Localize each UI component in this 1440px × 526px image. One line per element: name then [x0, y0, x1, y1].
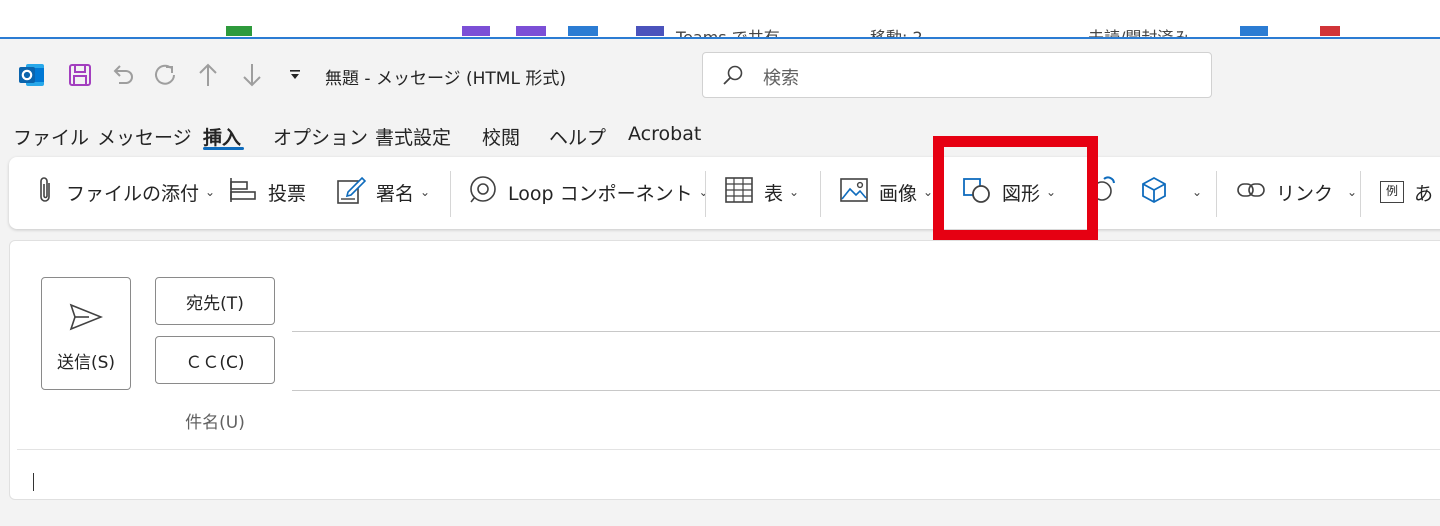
signature-label: 署名 [376, 182, 415, 205]
tab-format[interactable]: 書式設定 [375, 123, 451, 150]
outlook-logo-icon [17, 60, 47, 90]
paperclip-icon [36, 175, 56, 210]
table-icon [724, 176, 754, 209]
picture-button[interactable]: 画像 ⌄ [839, 173, 933, 211]
send-label: 送信(S) [56, 353, 116, 373]
link-label: リンク [1276, 182, 1334, 205]
tab-help[interactable]: ヘルプ [549, 123, 606, 150]
ribbon-divider [1360, 171, 1361, 217]
tab-options[interactable]: オプション [273, 123, 368, 150]
tab-file[interactable]: ファイル [13, 123, 89, 150]
window-title: 無題 - メッセージ (HTML 形式) [325, 69, 566, 89]
background-move-text: 移動: 2 [870, 28, 923, 38]
link-button[interactable]: リンク ⌄ [1236, 173, 1357, 211]
attach-file-label: ファイルの添付 [66, 182, 200, 205]
text-cursor[interactable] [33, 473, 34, 491]
active-tab-indicator [203, 147, 244, 150]
ribbon-divider [705, 171, 706, 217]
to-field[interactable] [292, 331, 1440, 332]
background-toolbar-icon [1320, 26, 1340, 36]
chevron-down-icon: ⌄ [205, 185, 216, 199]
tab-insert[interactable]: 挿入 [203, 123, 241, 150]
send-icon [69, 303, 103, 331]
poll-icon [228, 176, 258, 209]
ribbon-divider [1216, 171, 1217, 217]
attach-file-button[interactable]: ファイルの添付 ⌄ [36, 173, 215, 211]
chevron-down-icon: ⌄ [923, 185, 934, 199]
cube-icon [1140, 175, 1168, 210]
customize-dropdown-icon[interactable] [284, 60, 306, 90]
background-toolbar-icon [516, 26, 546, 36]
menu-tabs: ファイル メッセージ 挿入 オプション 書式設定 校閲 ヘルプ Acrobat [0, 113, 1440, 157]
tab-acrobat[interactable]: Acrobat [628, 123, 701, 145]
background-toolbar-icon [462, 26, 490, 36]
loop-icon [468, 175, 498, 210]
shapes-highlight-box [933, 136, 1098, 241]
ribbon-divider [450, 171, 451, 217]
text-snippet-label: あ [1414, 182, 1434, 205]
picture-label: 画像 [879, 182, 918, 205]
save-icon[interactable] [66, 60, 94, 90]
up-arrow-icon[interactable] [194, 60, 222, 90]
to-button[interactable]: 宛先(T) [155, 277, 275, 325]
subject-label: 件名(U) [185, 413, 245, 433]
cc-button[interactable]: ＣＣ(C) [155, 336, 275, 384]
link-icon [1236, 180, 1266, 205]
search-icon [721, 64, 745, 92]
signature-button[interactable]: 署名 ⌄ [336, 173, 430, 211]
loop-component-button[interactable]: Loop コンポーネント ⌄ [468, 173, 709, 211]
background-teams-share-text: Teams で共有 [676, 28, 780, 38]
chevron-down-icon: ⌄ [420, 185, 431, 199]
example-icon: 例 [1380, 181, 1404, 203]
ribbon-divider [820, 171, 821, 217]
background-teams-icon [636, 26, 664, 36]
subject-divider [17, 449, 1440, 450]
background-toolbar-icon [1240, 26, 1268, 36]
text-snippet-button[interactable]: 例 あ [1380, 173, 1433, 211]
background-toolbar-icon [568, 26, 598, 36]
chevron-down-icon: ⌄ [789, 185, 800, 199]
chevron-down-icon: ⌄ [1347, 185, 1358, 199]
tab-review[interactable]: 校閲 [482, 123, 520, 150]
undo-icon[interactable] [108, 60, 138, 90]
signature-icon [336, 175, 367, 210]
table-button[interactable]: 表 ⌄ [724, 173, 799, 211]
search-box[interactable]: 検索 [702, 52, 1212, 98]
table-label: 表 [764, 182, 784, 205]
chevron-down-icon: ⌄ [698, 185, 709, 199]
cc-field[interactable] [292, 390, 1440, 391]
chevron-down-icon: ⌄ [1192, 185, 1203, 199]
background-toolbar-icon [226, 26, 252, 36]
background-window-strip: Teams で共有 移動: 2 未読/開封済み [0, 0, 1440, 38]
send-button[interactable]: 送信(S) [41, 277, 131, 390]
search-placeholder: 検索 [763, 68, 799, 89]
loop-component-label: Loop コンポーネント [508, 182, 693, 205]
poll-button[interactable]: 投票 [228, 173, 306, 211]
tab-message[interactable]: メッセージ [97, 123, 192, 150]
picture-icon [839, 177, 869, 208]
redo-icon[interactable] [150, 60, 180, 90]
poll-label: 投票 [268, 182, 307, 205]
down-arrow-icon[interactable] [238, 60, 266, 90]
3d-models-button[interactable]: ⌄ [1140, 173, 1202, 211]
background-read-unread-text: 未読/開封済み [1088, 28, 1190, 38]
